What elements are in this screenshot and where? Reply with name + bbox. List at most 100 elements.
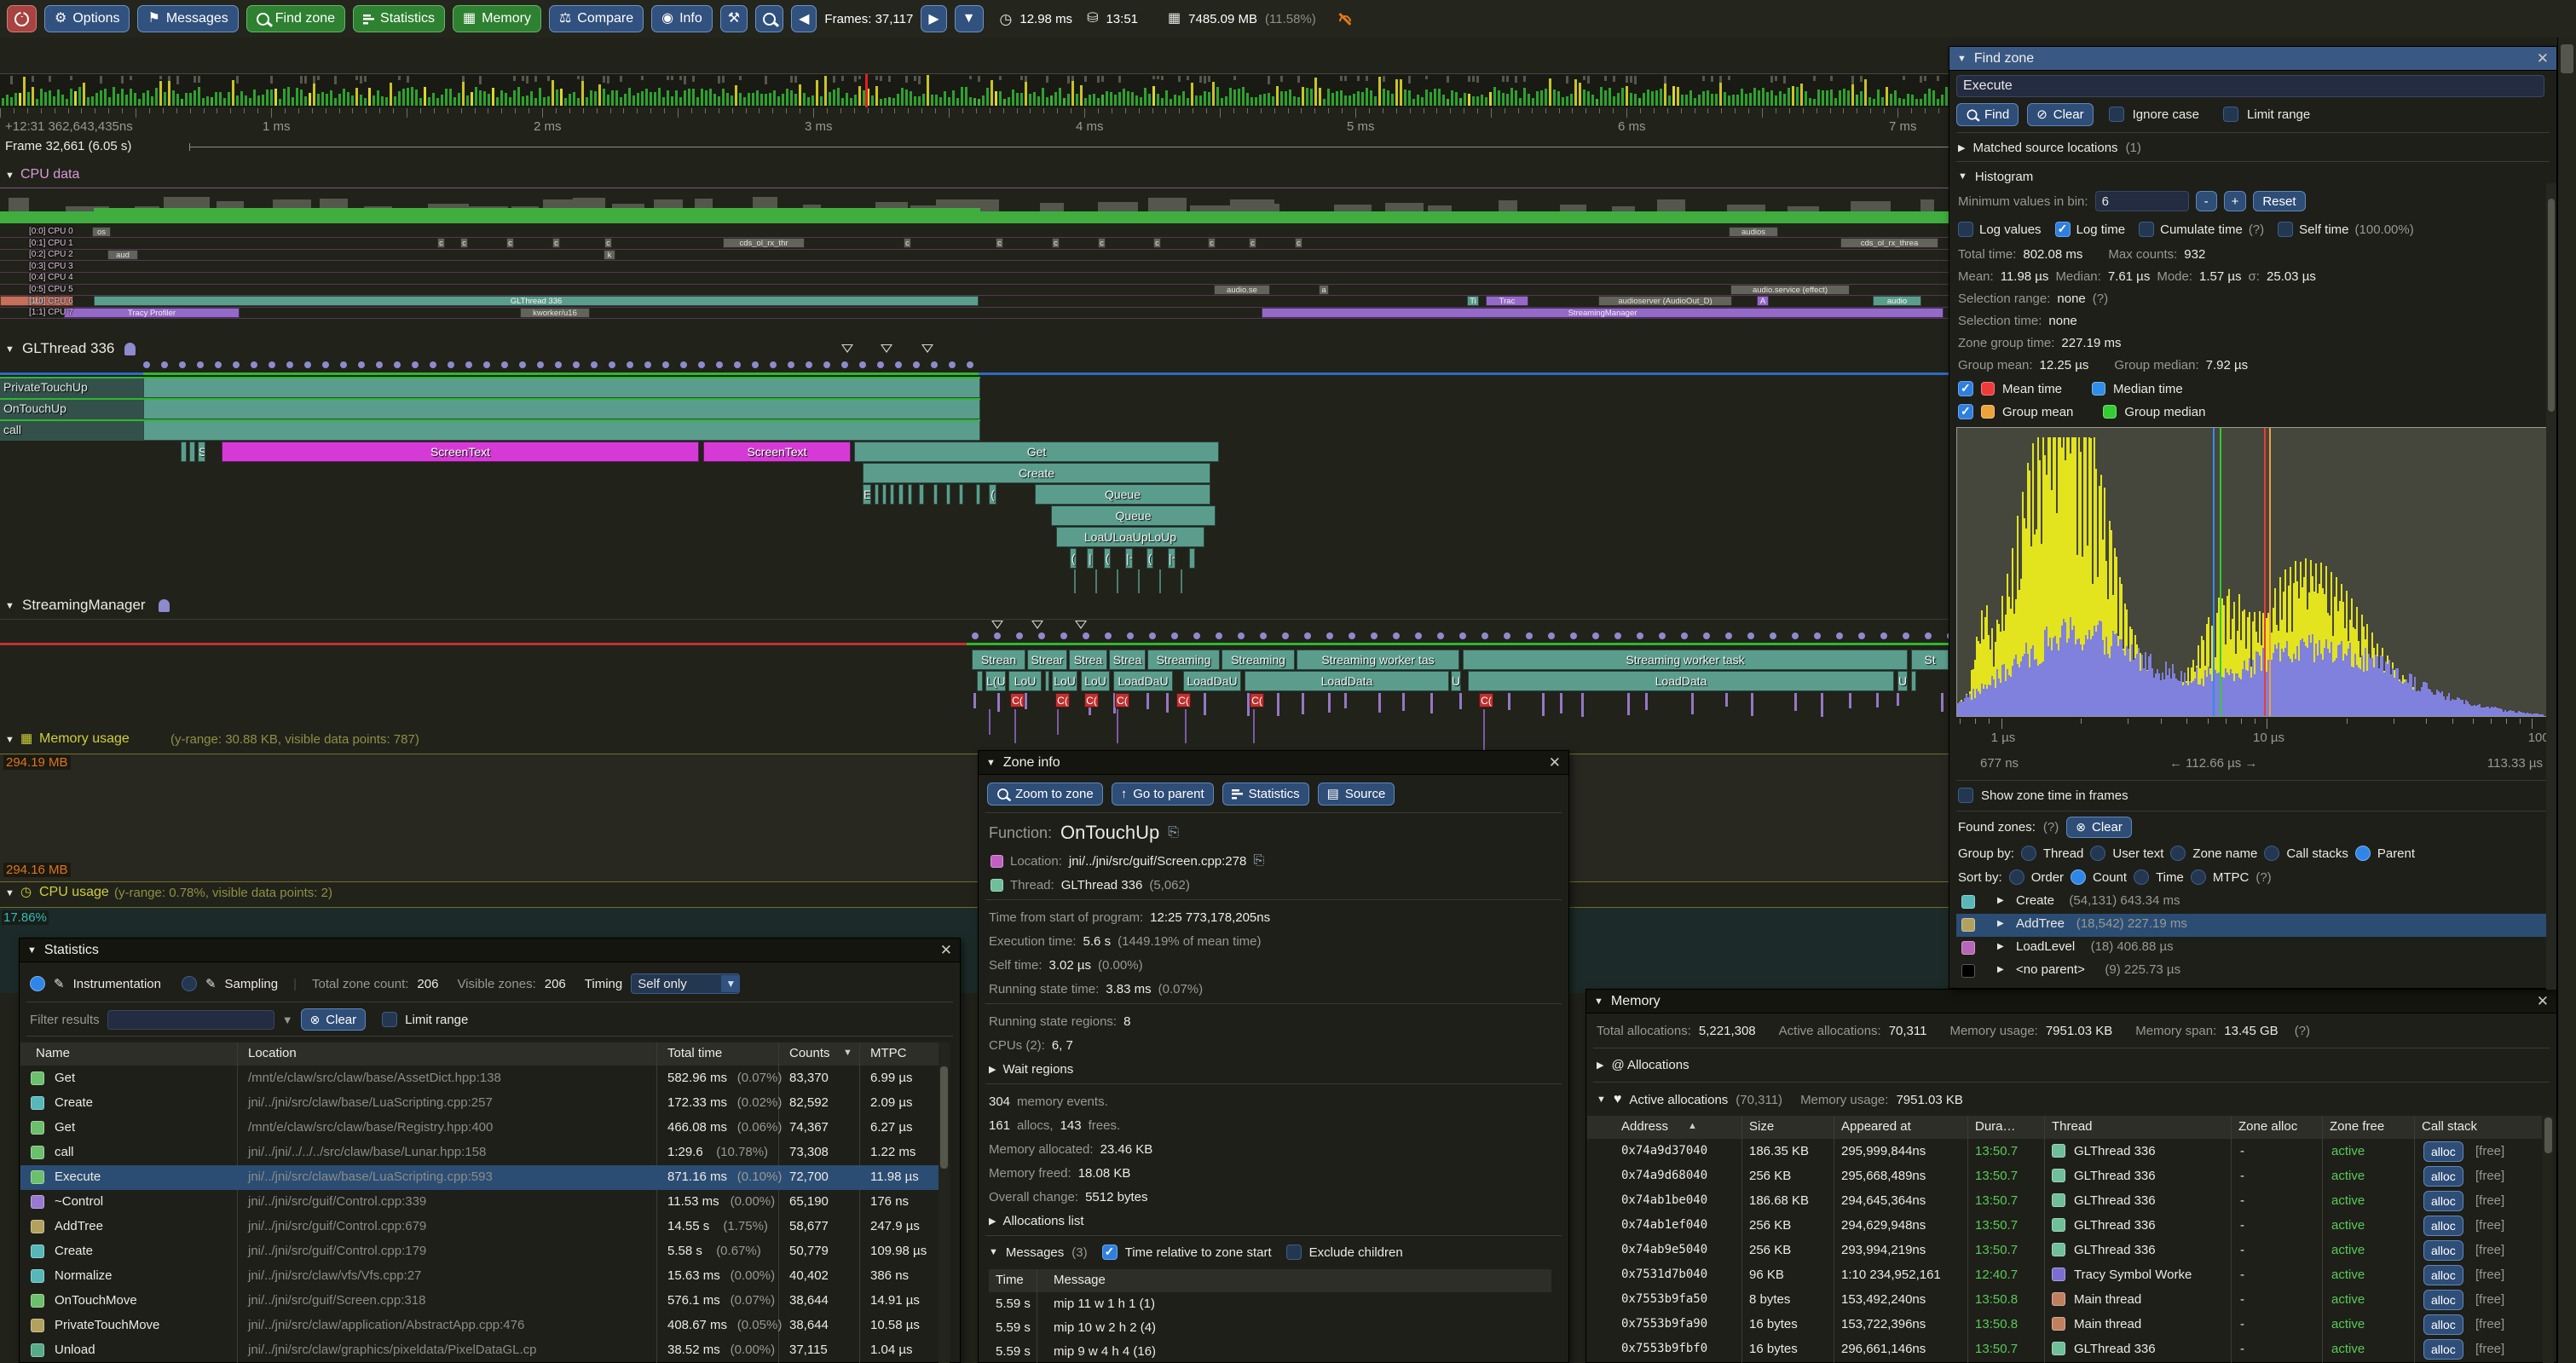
cpu-zone-segment[interactable]: cds_ol_rx_thr [723,238,805,248]
zone-segment[interactable] [189,442,195,462]
sample-dot[interactable] [1415,632,1422,639]
message-row[interactable]: 5.59 smip 10 w 2 h 2 (4) [989,1317,1551,1341]
frame-mode-button[interactable]: ▼ [955,5,984,32]
table-row[interactable]: 0x7553b9fbf016 bytes296,661,146ns13:50.7… [1587,1337,2542,1362]
limit-range-checkbox[interactable] [2223,107,2238,122]
sample-dot[interactable] [143,361,150,368]
sample-dot[interactable] [1792,632,1799,639]
help-icon[interactable]: (?) [2295,1024,2310,1038]
filter-input[interactable] [107,1010,274,1030]
main-scrollbar[interactable] [2557,38,2576,1363]
sample-dot[interactable] [734,361,741,368]
cpu-zone-segment[interactable]: c [437,238,445,248]
sample-dot[interactable] [698,361,705,368]
sampling-radio[interactable] [182,976,197,991]
sample-dot[interactable] [823,361,830,368]
table-row[interactable]: 0x7531d7b04096 KB1:10 234,952,16112:40.7… [1587,1263,2542,1288]
allocations-row[interactable]: ▶@ Allocations [1597,1054,1689,1075]
sample-dot[interactable] [555,361,562,368]
zone-segment[interactable]: E [863,484,871,505]
sample-dot[interactable] [573,361,580,368]
sample-dot[interactable] [1903,632,1909,639]
alloc-callstack-button[interactable]: alloc [2423,1240,2463,1261]
alloc-callstack-button[interactable]: alloc [2423,1265,2463,1285]
zone-segment[interactable] [898,484,904,505]
column-header[interactable]: Dura… [1975,1119,2016,1134]
increase-button[interactable]: + [2224,191,2247,211]
go-to-parent-button[interactable]: ↑Go to parent [1112,783,1214,806]
column-header[interactable]: Location [248,1046,297,1060]
zone-bar[interactable] [143,399,980,419]
sample-dot[interactable] [1238,632,1245,639]
sample-dot[interactable] [716,361,723,368]
table-row[interactable]: AddTreejni/../jni/src/guif/Control.cpp:6… [20,1215,950,1239]
cpu-zone-segment[interactable]: c [1249,238,1256,248]
zone-segment[interactable] [882,484,887,505]
histogram-row[interactable]: ▼Histogram [1958,166,2033,187]
sample-dot[interactable] [1481,632,1488,639]
zone-segment[interactable]: Strea [1069,650,1107,670]
sort-radio-count[interactable] [2071,869,2086,885]
sample-dot[interactable] [1570,632,1577,639]
panel-scrollbar-thumb[interactable] [2548,199,2555,412]
column-header[interactable]: Name [36,1046,70,1060]
group-radio-parent[interactable] [2355,846,2371,861]
found-zone-row[interactable]: ▶LoadLevel(18) 406.88 µs [1956,937,2546,960]
zone-segment[interactable]: ScreenText [703,442,851,462]
zone-segment[interactable]: ( [1104,548,1111,569]
sample-dot[interactable] [1083,632,1089,639]
table-row[interactable]: OnTouchMovejni/../jni/src/guif/Screen.cp… [20,1289,950,1314]
found-clear-button[interactable]: ⊗Clear [2066,817,2132,838]
zone-segment[interactable]: | [1087,548,1094,569]
cpu-zone-segment[interactable]: c [1052,238,1060,248]
zone-segment[interactable]: U [1897,671,1908,691]
sample-dot[interactable] [972,632,979,639]
sample-dot[interactable] [1725,632,1732,639]
histogram-plot[interactable] [1956,427,2548,717]
sample-dot[interactable] [448,361,454,368]
table-row[interactable]: Createjni/../jni/src/guif/Control.cpp:17… [20,1239,950,1264]
filter-funnel-icon[interactable]: ▼ [282,1014,293,1026]
frame-marker-icon[interactable] [991,621,1003,629]
frame-marker-icon[interactable] [1031,621,1043,629]
sample-dot[interactable] [430,361,436,368]
zone-segment[interactable] [946,484,950,505]
zone-segment[interactable]: |~ [1125,548,1133,569]
zone-segment[interactable]: Streaming worker tas [1297,650,1459,670]
cpu-zone-segment[interactable]: audio.service (effect) [1730,285,1850,295]
frame-marker-icon[interactable] [881,344,892,353]
sample-dot[interactable] [358,361,365,368]
zone-segment[interactable] [977,671,983,691]
zone-segment[interactable]: St [1911,650,1949,670]
sample-dot[interactable] [1260,632,1267,639]
sample-dot[interactable] [161,361,168,368]
cpu-row[interactable]: [0:3] CPU 3 [0,261,1949,272]
group-radio-zone-name[interactable] [2170,846,2186,861]
copy-icon[interactable]: ⎘ [1253,853,1264,869]
sample-dot[interactable] [1880,632,1887,639]
zone-segment[interactable] [1189,548,1195,569]
sample-dot[interactable] [251,361,257,368]
zone-segment[interactable]: Queue [1051,505,1216,526]
sample-dot[interactable] [465,361,472,368]
crash-segment[interactable]: C( [1479,693,1493,707]
zone-segment[interactable] [890,484,894,505]
help-icon[interactable]: (?) [2255,870,2271,885]
cpu-row[interactable]: audio.seaaudio.service (effect)[0:5] CPU… [0,284,1949,295]
statistics-titlebar[interactable]: ▼Statistics✕ [20,939,960,962]
sample-dot[interactable] [627,361,633,368]
sample-dot[interactable] [1149,632,1156,639]
group-radio-thread[interactable] [2021,846,2036,861]
found-zone-row[interactable]: ▶<no parent>(9) 225.73 µs [1956,960,2546,983]
table-row[interactable]: 0x7553b9fa9016 bytes153,722,396ns13:50.8… [1587,1313,2542,1337]
zone-segment[interactable] [919,484,924,505]
sample-dot[interactable] [412,361,419,368]
sample-dot[interactable] [1349,632,1355,639]
allocations-list-row[interactable]: ▶Allocations list [989,1211,1084,1230]
cpu-row[interactable]: osaudios[0:0] CPU 0 [0,226,1949,237]
zone-segment[interactable]: LoaULoaUpLoUp [1056,527,1204,547]
sample-dot[interactable] [233,361,240,368]
alloc-callstack-button[interactable]: alloc [2423,1290,2463,1310]
sample-dot[interactable] [537,361,544,368]
cpu-row[interactable]: audk[0:2] CPU 2 [0,249,1949,260]
